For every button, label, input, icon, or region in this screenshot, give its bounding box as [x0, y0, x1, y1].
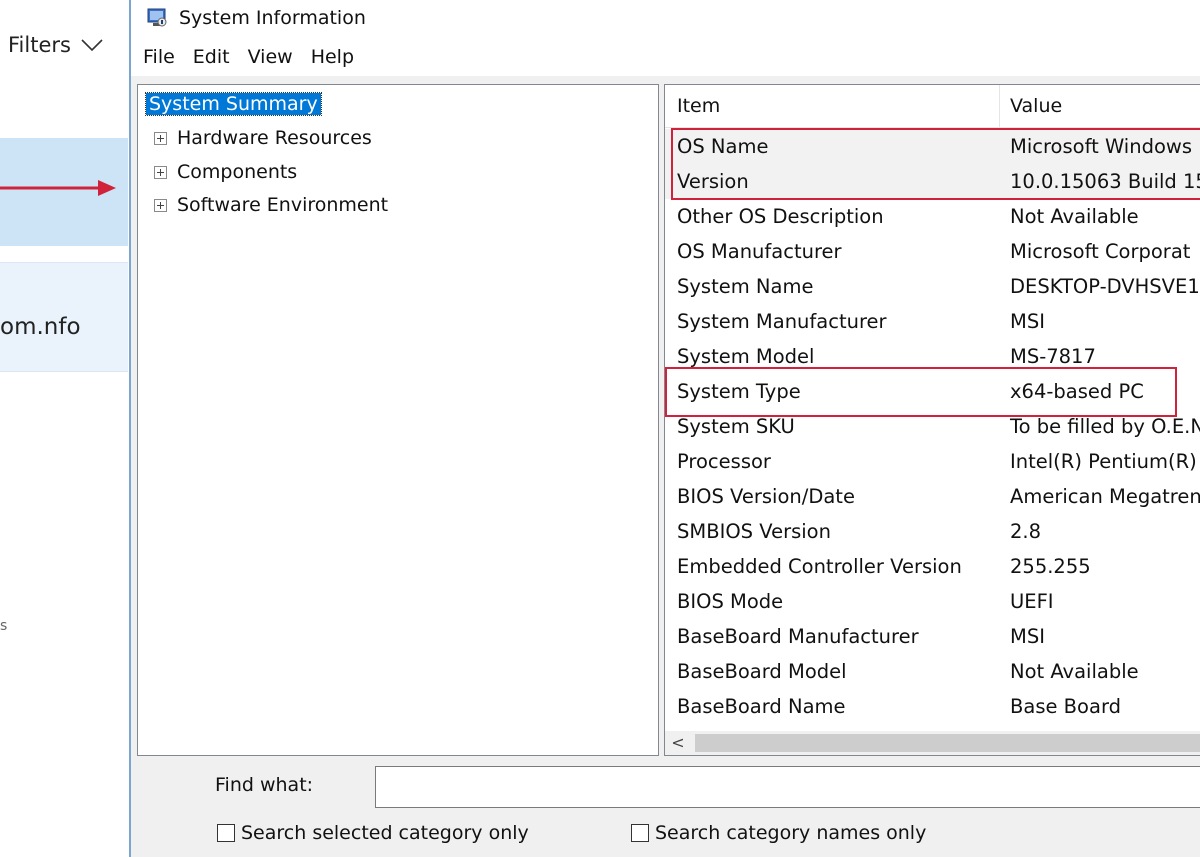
expand-plus-icon[interactable] — [154, 165, 167, 179]
checkbox-label: Search category names only — [655, 822, 927, 844]
list-row[interactable]: BaseBoard Model Not Available — [665, 654, 1200, 689]
list-row[interactable]: BIOS Mode UEFI — [665, 584, 1200, 619]
cell-value: Intel(R) Pentium(R) C — [1010, 450, 1200, 473]
filters-label: Filters — [8, 33, 71, 57]
tree-item-label: Components — [177, 161, 298, 183]
cell-item: System Type — [677, 380, 801, 403]
tree-item-label: System Summary — [145, 92, 322, 116]
scrollbar-thumb[interactable] — [695, 734, 1200, 752]
tree-item-components[interactable]: Components — [154, 157, 297, 187]
list-row[interactable]: BIOS Version/Date American Megatren — [665, 479, 1200, 514]
cell-item: Version — [677, 170, 749, 193]
cell-item: SMBIOS Version — [677, 520, 831, 543]
cell-item: OS Manufacturer — [677, 240, 842, 263]
tree-item-label: Hardware Resources — [177, 127, 372, 149]
cell-value: x64-based PC — [1010, 380, 1144, 403]
cell-item: System Name — [677, 275, 814, 298]
menu-edit[interactable]: Edit — [193, 46, 230, 68]
cell-value: 2.8 — [1010, 520, 1042, 543]
menu-help[interactable]: Help — [311, 46, 354, 68]
chevron-down-icon — [81, 39, 103, 52]
find-bar: Find what: Search selected category only… — [131, 760, 1200, 857]
list-row[interactable]: System SKU To be filled by O.E.N — [665, 409, 1200, 444]
annotation-arrow-icon — [0, 180, 116, 196]
list-row[interactable]: Embedded Controller Version 255.255 — [665, 549, 1200, 584]
details-list[interactable]: Item Value OS Name Microsoft Windows Versi… — [664, 84, 1200, 756]
cell-value: American Megatren — [1010, 485, 1200, 508]
cell-item: System Manufacturer — [677, 310, 887, 333]
checkbox-label: Search selected category only — [241, 822, 529, 844]
tree-item-label: Software Environment — [177, 194, 389, 216]
list-row[interactable]: OS Manufacturer Microsoft Corporat — [665, 234, 1200, 269]
cell-value: MS-7817 — [1010, 345, 1096, 368]
cell-value: Not Available — [1010, 660, 1139, 683]
column-divider[interactable] — [999, 85, 1000, 127]
cell-item: System Model — [677, 345, 815, 368]
cell-value: DESKTOP-DVHSVE1 — [1010, 275, 1200, 298]
system-information-window: System Information File Edit View Help S… — [131, 0, 1200, 857]
system-information-icon — [147, 8, 167, 27]
title-bar: System Information — [131, 0, 1200, 38]
find-input[interactable] — [375, 766, 1200, 808]
scroll-left-icon[interactable]: < — [669, 733, 687, 753]
cell-item: OS Name — [677, 135, 769, 158]
partial-text: s — [0, 618, 8, 634]
menu-view[interactable]: View — [248, 46, 293, 68]
checkbox-box[interactable] — [631, 824, 649, 842]
menu-bar: File Edit View Help — [131, 38, 1200, 76]
tree-item-software-environment[interactable]: Software Environment — [154, 190, 388, 220]
column-header-value[interactable]: Value — [1010, 85, 1062, 127]
checkbox-box[interactable] — [217, 824, 235, 842]
cell-item: BaseBoard Manufacturer — [677, 625, 919, 648]
cell-value: 10.0.15063 Build 150 — [1010, 170, 1200, 193]
list-row[interactable]: OS Name Microsoft Windows — [665, 129, 1200, 164]
cell-item: BaseBoard Model — [677, 660, 847, 683]
list-row[interactable]: BaseBoard Manufacturer MSI — [665, 619, 1200, 654]
list-row[interactable]: System Model MS-7817 — [665, 339, 1200, 374]
expand-plus-icon[interactable] — [154, 131, 167, 145]
window-title: System Information — [179, 7, 366, 29]
column-header-item[interactable]: Item — [677, 85, 720, 127]
cell-item: BIOS Mode — [677, 590, 784, 613]
cell-item: Processor — [677, 450, 771, 473]
category-tree[interactable]: System Summary Hardware Resources Compon… — [137, 84, 659, 756]
cell-value: Base Board — [1010, 695, 1121, 718]
tree-item-hardware-resources[interactable]: Hardware Resources — [154, 123, 372, 153]
tree-item-system-summary[interactable]: System Summary — [145, 89, 322, 119]
cell-value: 255.255 — [1010, 555, 1091, 578]
cell-item: Embedded Controller Version — [677, 555, 962, 578]
list-row[interactable]: Version 10.0.15063 Build 150 — [665, 164, 1200, 199]
menu-file[interactable]: File — [143, 46, 175, 68]
cell-item: BaseBoard Name — [677, 695, 846, 718]
find-label: Find what: — [215, 774, 314, 796]
list-row[interactable]: BaseBoard Name Base Board — [665, 689, 1200, 724]
cell-item: System SKU — [677, 415, 795, 438]
cell-value: MSI — [1010, 310, 1045, 333]
cell-item: Other OS Description — [677, 205, 884, 228]
expand-plus-icon[interactable] — [154, 198, 167, 212]
cell-value: MSI — [1010, 625, 1045, 648]
filters-button[interactable]: Filters — [8, 28, 103, 62]
cell-value: Microsoft Corporat — [1010, 240, 1191, 263]
list-row[interactable]: System Type x64-based PC — [665, 374, 1200, 409]
list-row[interactable]: Other OS Description Not Available — [665, 199, 1200, 234]
list-row[interactable]: SMBIOS Version 2.8 — [665, 514, 1200, 549]
cell-value: UEFI — [1010, 590, 1054, 613]
list-row[interactable]: Processor Intel(R) Pentium(R) C — [665, 444, 1200, 479]
search-panel: Filters om.nfo s — [0, 0, 130, 857]
cell-value: Microsoft Windows — [1010, 135, 1192, 158]
search-selected-category-checkbox[interactable]: Search selected category only — [217, 822, 529, 844]
list-rows: OS Name Microsoft Windows Version 10.0.1506… — [665, 129, 1200, 724]
horizontal-scrollbar[interactable]: < — [665, 731, 1200, 755]
list-header: Item Value — [665, 85, 1200, 128]
cell-value: Not Available — [1010, 205, 1139, 228]
cell-value: To be filled by O.E.N — [1010, 415, 1200, 438]
list-row[interactable]: System Manufacturer MSI — [665, 304, 1200, 339]
list-row[interactable]: System Name DESKTOP-DVHSVE1 — [665, 269, 1200, 304]
search-category-names-checkbox[interactable]: Search category names only — [631, 822, 926, 844]
cell-item: BIOS Version/Date — [677, 485, 855, 508]
search-result-label: om.nfo — [0, 314, 81, 340]
